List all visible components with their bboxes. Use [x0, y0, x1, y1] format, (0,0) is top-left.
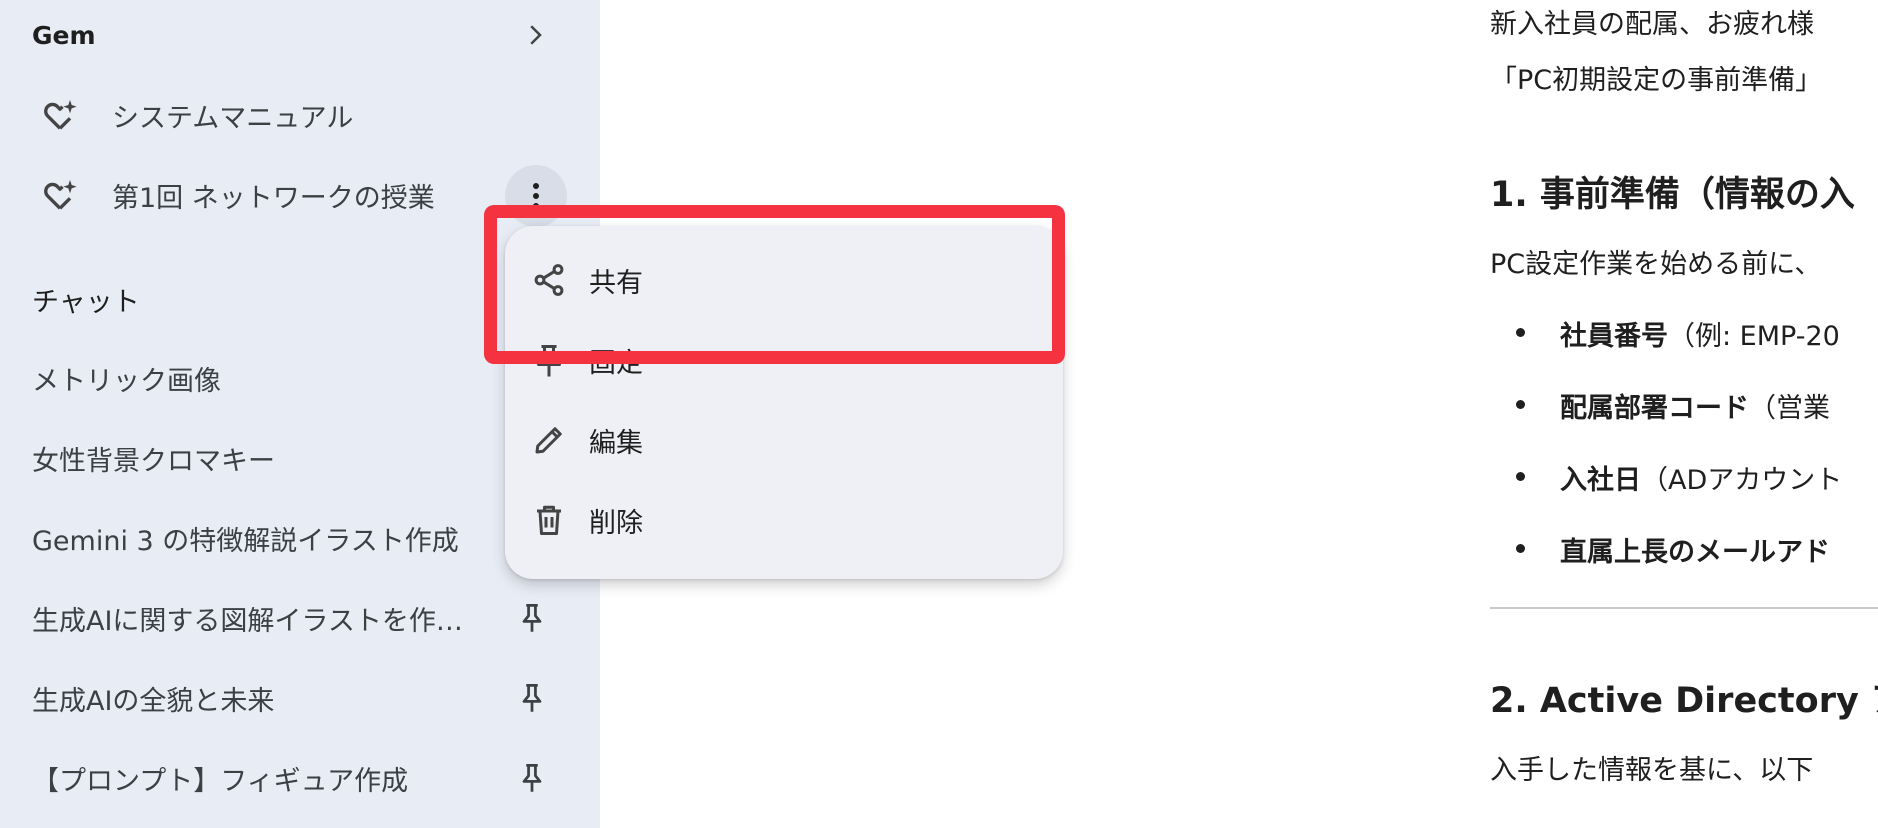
response-text: 入手した情報を基に、以下	[1490, 755, 1814, 786]
chat-item-label: 女性背景クロマキー	[32, 445, 275, 477]
gem-section-header[interactable]: Gem	[0, 0, 600, 70]
menu-item-label: 削除	[589, 508, 643, 539]
chat-item[interactable]: 【プロンプト】フィギュア作成	[0, 743, 600, 813]
response-text: 新入社員の配属、お疲れ様	[1490, 9, 1814, 40]
bullet-item: 入社日（ADアカウント	[1560, 458, 1842, 497]
pin-icon	[522, 764, 542, 792]
chat-item-label: メトリック画像	[32, 365, 221, 397]
bullet-rest: （例: EMP-20	[1668, 321, 1840, 352]
bullet-item: 配属部署コード（営業	[1560, 386, 1830, 425]
chevron-right-icon	[530, 25, 542, 45]
kebab-dot	[533, 183, 539, 189]
menu-item-delete[interactable]: 削除	[505, 485, 1063, 555]
pencil-icon	[535, 427, 562, 454]
bullet-dot	[1516, 472, 1525, 481]
gem-sparkle-icon	[44, 180, 77, 210]
pin-icon	[522, 684, 542, 712]
section-heading: 1. 事前準備（情報の入	[1490, 175, 1855, 215]
response-text: PC設定作業を始める前に、	[1490, 249, 1822, 280]
chat-item-label: 【プロンプト】フィギュア作成	[32, 765, 409, 797]
bullet-strong: 社員番号	[1560, 321, 1668, 352]
bullet-dot	[1516, 400, 1525, 409]
bullet-strong: 入社日	[1560, 465, 1641, 496]
chat-item[interactable]: 生成AIの全貌と未来	[0, 663, 600, 733]
bullet-strong: 直属上長のメールアド	[1560, 537, 1830, 568]
highlight-box	[484, 205, 1065, 364]
bullet-rest: （営業	[1749, 393, 1830, 424]
menu-item-label: 編集	[589, 428, 643, 459]
trash-icon	[537, 505, 561, 535]
chat-item-label: Gemini 3 の特徴解説イラスト作成	[32, 525, 459, 557]
response-text: 「PC初期設定の事前準備」	[1490, 65, 1823, 96]
bullet-dot	[1516, 328, 1525, 337]
bullet-rest: （ADアカウント	[1641, 465, 1843, 496]
pin-icon	[522, 604, 542, 632]
gem-item-label: 第1回 ネットワークの授業	[112, 182, 435, 214]
chat-section-header: チャット	[32, 287, 140, 318]
divider	[1490, 607, 1878, 609]
bullet-strong: 配属部署コード	[1560, 393, 1749, 424]
bullet-item: 直属上長のメールアド	[1560, 530, 1830, 569]
chat-response: 新入社員の配属、お疲れ様 「PC初期設定の事前準備」 1. 事前準備（情報の入 …	[1490, 0, 1878, 828]
gem-item-system-manual[interactable]: システムマニュアル	[0, 80, 600, 150]
bullet-dot	[1516, 544, 1525, 553]
menu-item-edit[interactable]: 編集	[505, 405, 1063, 475]
gem-sparkle-icon	[44, 100, 77, 130]
section-heading: 2. Active Directory ア	[1490, 681, 1878, 721]
bullet-item: 社員番号（例: EMP-20	[1560, 314, 1840, 353]
chat-item-label: 生成AIの全貌と未来	[32, 685, 275, 717]
chat-item-label: 生成AIに関する図解イラストを作…	[32, 605, 463, 637]
chat-item[interactable]: 生成AIに関する図解イラストを作…	[0, 583, 600, 653]
gem-header-label: Gem	[32, 20, 96, 50]
gem-item-label: システムマニュアル	[112, 102, 354, 134]
kebab-dot	[533, 193, 539, 199]
